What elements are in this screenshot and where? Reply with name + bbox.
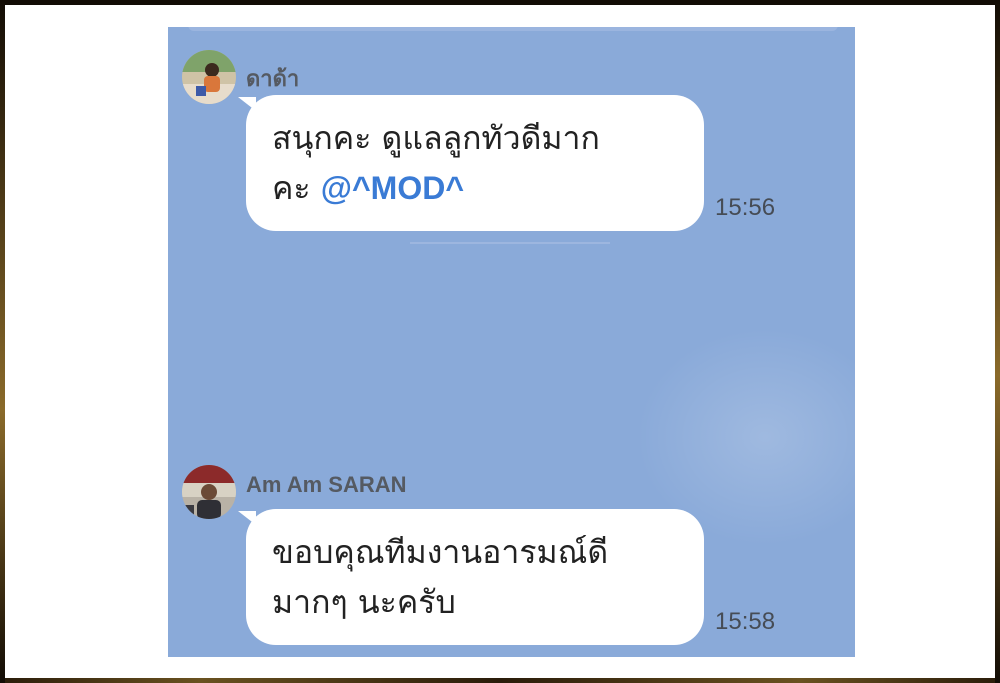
avatar-dada[interactable]	[182, 50, 236, 104]
message-bubble[interactable]: ขอบคุณทีมงานอารมณ์ดี มากๆ นะครับ	[238, 509, 704, 645]
message-timestamp: 15:58	[715, 608, 776, 635]
frame-right-border	[995, 0, 1000, 683]
message-timestamp: 15:56	[715, 194, 776, 221]
sender-name: ดาด้า	[246, 66, 300, 91]
chat-window: ดาด้า สนุกคะ ดูแลลูกทัวดีมาก คะ @^MOD^ 1…	[168, 27, 855, 657]
frame-bottom-border	[0, 678, 1000, 683]
mention-link[interactable]: @^MOD^	[321, 170, 464, 206]
sender-name: Am Am SARAN	[246, 472, 407, 497]
message-bubble[interactable]: สนุกคะ ดูแลลูกทัวดีมาก คะ @^MOD^	[238, 95, 704, 231]
avatar-am-am-saran[interactable]	[182, 465, 236, 519]
message-text-prefix: คะ	[272, 169, 321, 207]
divider	[410, 242, 610, 244]
message-text-line: ขอบคุณทีมงานอารมณ์ดี	[272, 533, 609, 571]
message-text-line: คะ @^MOD^	[272, 163, 678, 213]
message-text-line: มากๆ นะครับ	[272, 583, 456, 621]
message-text-line: สนุกคะ ดูแลลูกทัวดีมาก	[272, 119, 600, 157]
profile-photo-icon	[182, 50, 236, 104]
screenshot-canvas: ดาด้า สนุกคะ ดูแลลูกทัวดีมาก คะ @^MOD^ 1…	[5, 5, 995, 678]
profile-photo-icon	[182, 465, 236, 519]
previous-message-edge	[188, 27, 838, 31]
